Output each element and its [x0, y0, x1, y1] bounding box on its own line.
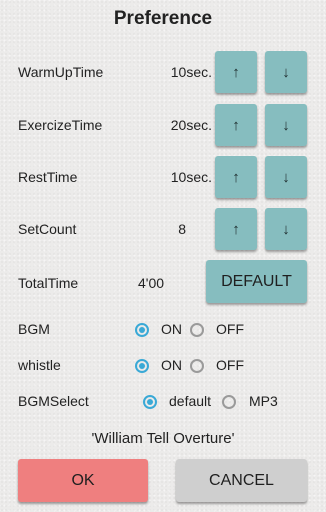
whistle-on-radio[interactable] [135, 359, 149, 373]
bgm-mp3-radio[interactable] [222, 395, 236, 409]
total-time-value: 4'00 [138, 275, 165, 291]
bgm-off-radio[interactable] [190, 323, 204, 337]
warmup-time-label: WarmUpTime [18, 64, 104, 80]
ok-button[interactable]: OK [18, 459, 148, 502]
arrow-down-icon: ↓ [282, 220, 290, 238]
total-time-label: TotalTime [18, 275, 79, 291]
setcount-up-button[interactable]: ↑ [215, 208, 257, 250]
exercise-time-label: ExercizeTime [18, 117, 103, 133]
arrow-up-icon: ↑ [232, 63, 240, 81]
rest-down-button[interactable]: ↓ [265, 156, 307, 198]
bgm-on-label[interactable]: ON [161, 321, 182, 337]
whistle-off-label[interactable]: OFF [216, 357, 244, 373]
warmup-down-button[interactable]: ↓ [265, 51, 307, 93]
setcount-down-button[interactable]: ↓ [265, 208, 307, 250]
exercise-up-button[interactable]: ↑ [215, 104, 257, 146]
set-count-label: SetCount [18, 221, 77, 237]
warmup-up-button[interactable]: ↑ [215, 51, 257, 93]
bgm-label: BGM [18, 321, 50, 337]
rest-up-button[interactable]: ↑ [215, 156, 257, 198]
bgm-select-label: BGMSelect [18, 393, 89, 409]
arrow-up-icon: ↑ [232, 116, 240, 134]
rest-time-value: 10sec. [170, 169, 212, 185]
arrow-down-icon: ↓ [282, 168, 290, 186]
bgm-default-radio[interactable] [143, 395, 157, 409]
bgm-on-radio[interactable] [135, 323, 149, 337]
song-name: 'William Tell Overture' [91, 430, 235, 447]
default-button[interactable]: DEFAULT [206, 260, 307, 303]
exercise-down-button[interactable]: ↓ [265, 104, 307, 146]
arrow-up-icon: ↑ [232, 168, 240, 186]
bgm-default-label[interactable]: default [169, 393, 211, 409]
arrow-up-icon: ↑ [232, 220, 240, 238]
bgm-mp3-label[interactable]: MP3 [249, 393, 278, 409]
whistle-on-label[interactable]: ON [161, 357, 182, 373]
arrow-down-icon: ↓ [282, 63, 290, 81]
whistle-label: whistle [18, 357, 61, 373]
bgm-off-label[interactable]: OFF [216, 321, 244, 337]
arrow-down-icon: ↓ [282, 116, 290, 134]
warmup-time-value: 10sec. [170, 64, 212, 80]
page-title: Preference [113, 8, 213, 29]
rest-time-label: RestTime [18, 169, 78, 185]
exercise-time-value: 20sec. [170, 117, 212, 133]
whistle-off-radio[interactable] [190, 359, 204, 373]
set-count-value: 8 [178, 221, 186, 237]
cancel-button[interactable]: CANCEL [176, 459, 307, 502]
